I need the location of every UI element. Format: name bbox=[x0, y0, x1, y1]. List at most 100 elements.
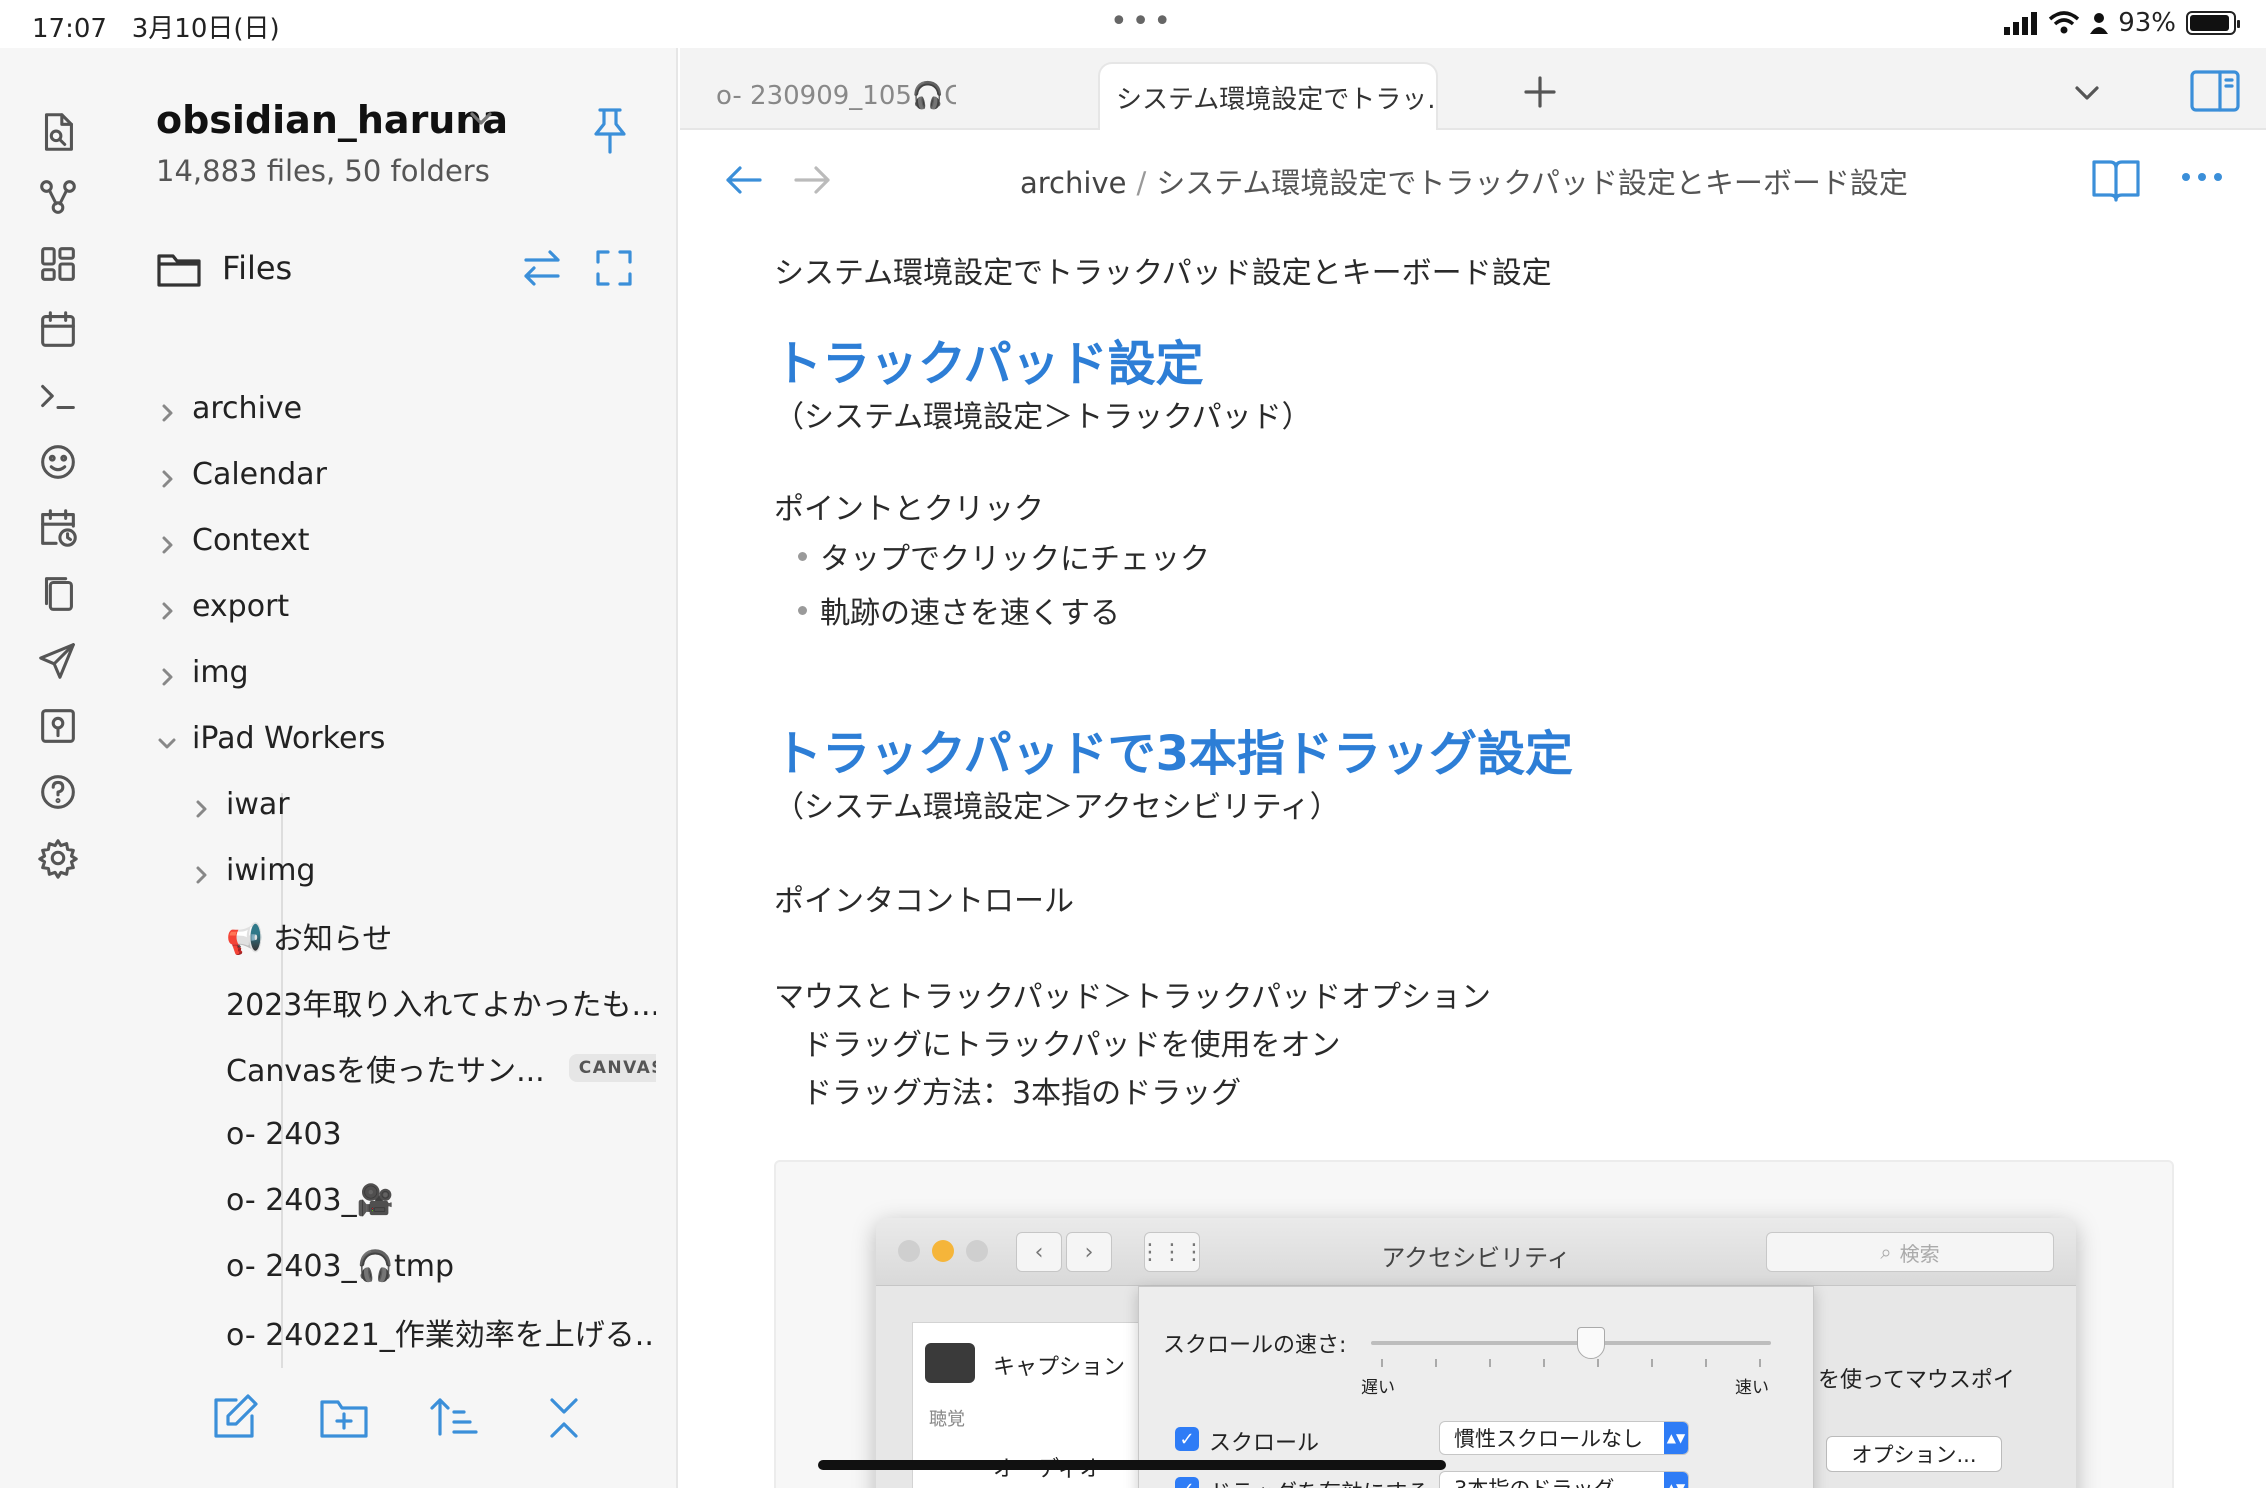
smiley-icon[interactable] bbox=[30, 434, 86, 490]
mac-search-field: ⌕ 検索 bbox=[1766, 1232, 2054, 1272]
vault-meta: 14,883 files, 50 folders bbox=[156, 154, 490, 188]
tab-inactive[interactable]: o- 230909_105🎧ChatGPT... bbox=[716, 62, 956, 130]
file-item[interactable]: 📢 お知らせ bbox=[226, 906, 392, 966]
terminal-icon[interactable] bbox=[30, 368, 86, 424]
slider-tick bbox=[1543, 1359, 1545, 1367]
breadcrumb-title[interactable]: システム環境設定でトラックパッド設定とキーボード設定 bbox=[1156, 166, 1908, 200]
plus-icon[interactable] bbox=[1520, 72, 1560, 112]
canvas-badge: CANVAS bbox=[568, 1054, 656, 1082]
folder-item[interactable]: archive bbox=[156, 378, 302, 438]
chevron-right-icon[interactable] bbox=[156, 463, 178, 488]
tree-item-label: o- 2403 bbox=[226, 1116, 342, 1152]
tree-item-label: o- 2403_🎥 bbox=[226, 1182, 394, 1218]
mac-options-button: オプション... bbox=[1826, 1436, 2002, 1472]
heading-trackpad-settings: トラックパッド設定 bbox=[774, 336, 1204, 392]
collapse-all-icon[interactable] bbox=[536, 1390, 592, 1446]
tab-label: o- 230909_105🎧ChatGPT... bbox=[716, 81, 956, 111]
breadcrumb-folder[interactable]: archive bbox=[1020, 166, 1126, 200]
vault-name[interactable]: obsidian_haruna bbox=[156, 98, 508, 142]
new-folder-icon[interactable] bbox=[316, 1390, 372, 1446]
drag-popup: 3本指のドラッグ ▲▼ bbox=[1439, 1471, 1689, 1488]
note-content[interactable]: システム環境設定でトラックパッド設定とキーボード設定 トラックパッド設定 （シス… bbox=[774, 236, 2234, 1488]
chevron-right-icon[interactable] bbox=[190, 859, 212, 884]
folder-item[interactable]: img bbox=[156, 642, 249, 702]
breadcrumb: archive / システム環境設定でトラックパッド設定とキーボード設定 bbox=[1020, 160, 1908, 202]
folder-item[interactable]: iwimg bbox=[190, 840, 315, 900]
pin-square-icon[interactable] bbox=[30, 698, 86, 754]
caption-icon bbox=[925, 1343, 975, 1383]
chevron-right-icon[interactable] bbox=[156, 595, 178, 620]
file-tree: archive Calendar Context export img iPad Work… bbox=[156, 378, 656, 1368]
file-item[interactable]: o- 2403 bbox=[226, 1104, 342, 1164]
chevron-down-icon[interactable] bbox=[466, 104, 496, 134]
copy-icon[interactable] bbox=[30, 566, 86, 622]
paragraph: ポインタコントロール bbox=[774, 884, 1074, 919]
file-item[interactable]: o- 2403_🎥 bbox=[226, 1170, 394, 1230]
files-header: Files bbox=[156, 248, 292, 288]
tree-item-label: archive bbox=[192, 390, 303, 426]
reading-mode-icon[interactable] bbox=[2086, 150, 2146, 210]
pin-icon[interactable] bbox=[586, 104, 634, 156]
folder-item[interactable]: iwar bbox=[190, 774, 290, 834]
tree-item-label: img bbox=[192, 654, 249, 690]
tree-item-label: iPad Workers bbox=[192, 720, 386, 756]
tree-item-label: 2023年取り入れてよかったも... bbox=[226, 988, 656, 1023]
chevron-down-icon[interactable] bbox=[2070, 76, 2104, 110]
chevron-right-icon[interactable] bbox=[156, 661, 178, 686]
dashboard-icon[interactable] bbox=[30, 236, 86, 292]
tree-item-label: o- 2403_🎧tmp bbox=[226, 1248, 455, 1284]
file-item[interactable]: o- 240221_作業効率を上げる... bbox=[226, 1302, 656, 1362]
chevron-down-icon[interactable] bbox=[156, 727, 178, 749]
battery-percent: 93% bbox=[2118, 8, 2176, 38]
heading-three-finger-drag: トラックパッドで3本指ドラッグ設定 bbox=[774, 726, 1573, 782]
chevron-right-icon[interactable] bbox=[190, 793, 212, 818]
status-right: 93% bbox=[2004, 8, 2240, 38]
paragraph: ドラッグにトラックパッドを使用をオン bbox=[802, 1028, 1341, 1063]
file-sidebar: obsidian_haruna 14,883 files, 50 folders… bbox=[116, 48, 678, 1488]
graph-icon[interactable] bbox=[30, 170, 86, 226]
expand-icon[interactable] bbox=[590, 244, 638, 292]
chevron-right-icon[interactable] bbox=[156, 529, 178, 554]
mac-sidebar-item: キャプション bbox=[993, 1355, 1126, 1380]
slider-min-label: 遅い bbox=[1361, 1378, 1395, 1398]
file-item[interactable]: 2023年取り入れてよかったも... bbox=[226, 972, 656, 1032]
scroll-speed-slider bbox=[1371, 1341, 1771, 1345]
tree-item-label: Context bbox=[192, 522, 310, 558]
paragraph: マウスとトラックパッド＞トラックパッドオプション bbox=[774, 980, 1491, 1015]
file-search-icon[interactable] bbox=[30, 104, 86, 160]
files-header-label: Files bbox=[222, 249, 293, 287]
slider-knob bbox=[1577, 1327, 1605, 1359]
new-note-icon[interactable] bbox=[206, 1390, 262, 1446]
help-icon[interactable] bbox=[30, 764, 86, 820]
slider-tick bbox=[1489, 1359, 1491, 1367]
tree-item-label: iwimg bbox=[226, 852, 316, 888]
file-item[interactable]: o- 2403_🎧tmp bbox=[226, 1236, 454, 1296]
swap-icon[interactable] bbox=[518, 244, 566, 292]
drag-checkbox-label: ドラッグを有効にする bbox=[1209, 1475, 1429, 1488]
scroll-speed-label: スクロールの速さ: bbox=[1163, 1333, 1347, 1358]
send-icon[interactable] bbox=[30, 632, 86, 688]
folder-item[interactable]: Context bbox=[156, 510, 310, 570]
folder-item[interactable]: Calendar bbox=[156, 444, 327, 504]
sort-icon[interactable] bbox=[426, 1390, 482, 1446]
tree-item-label: Canvasを使ったサン... bbox=[226, 1054, 545, 1089]
folder-item[interactable]: export bbox=[156, 576, 289, 636]
arrow-left-icon[interactable] bbox=[720, 156, 768, 204]
chevron-right-icon[interactable] bbox=[156, 397, 178, 422]
calendar-clock-icon[interactable] bbox=[30, 500, 86, 556]
tab-active[interactable]: システム環境設定でトラッ... bbox=[1098, 62, 1438, 130]
calendar-icon[interactable] bbox=[30, 302, 86, 358]
person-icon bbox=[2090, 13, 2109, 34]
right-sidebar-icon[interactable] bbox=[2188, 66, 2242, 116]
arrow-right-icon[interactable] bbox=[788, 156, 836, 204]
status-date: 3月10日(日) bbox=[131, 14, 280, 44]
home-indicator[interactable] bbox=[818, 1460, 1446, 1470]
settings-icon[interactable] bbox=[30, 830, 86, 886]
multitasking-dots-icon[interactable]: ••• bbox=[1110, 4, 1175, 39]
file-item[interactable]: Canvasを使ったサン... CANVAS bbox=[226, 1038, 656, 1098]
more-options-icon[interactable] bbox=[2176, 162, 2228, 192]
embedded-image[interactable]: ‹ › ⋮⋮⋮ アクセシビリティ ⌕検索 キャプション 聴覚 オーディオ を使っ… bbox=[774, 1160, 2174, 1488]
note-title-line: システム環境設定でトラックパッド設定とキーボード設定 bbox=[774, 256, 1552, 291]
folder-item[interactable]: iPad Workers bbox=[156, 708, 385, 768]
status-bar: 17:07 3月10日(日) ••• 93% bbox=[0, 0, 2266, 48]
